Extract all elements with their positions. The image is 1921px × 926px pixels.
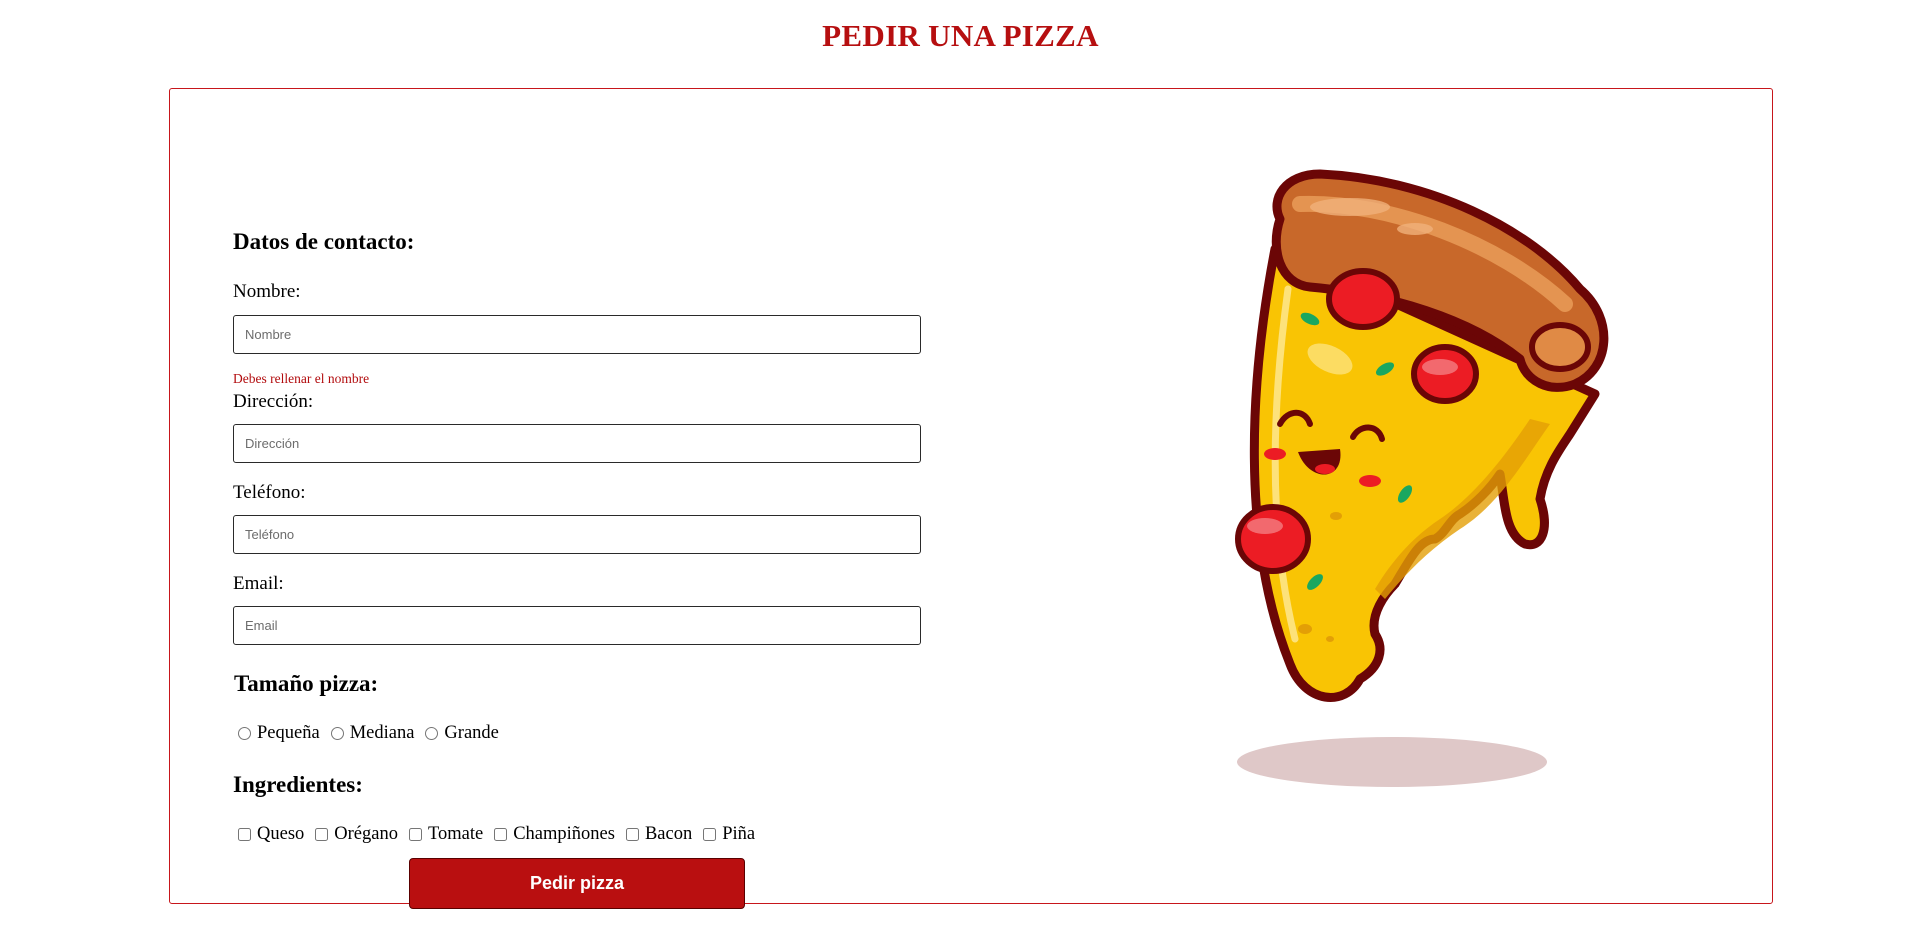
address-label: Dirección: bbox=[233, 391, 314, 412]
email-label: Email: bbox=[233, 573, 284, 594]
ingredient-option-tomato[interactable]: Tomate bbox=[404, 824, 483, 845]
ingredient-option-cheese[interactable]: Queso bbox=[233, 824, 304, 845]
order-form-card: Datos de contacto: Nombre: Debes rellena… bbox=[169, 88, 1773, 909]
ingredient-checkbox-tomato[interactable] bbox=[408, 828, 422, 841]
ingredient-checkbox-pineapple[interactable] bbox=[703, 828, 717, 841]
ingredient-option-pineapple[interactable]: Piña bbox=[698, 824, 755, 845]
ingredient-checkbox-oregano[interactable] bbox=[315, 828, 329, 841]
page-title: PEDIR UNA PIZZA bbox=[822, 18, 1099, 53]
ingredient-option-oregano[interactable]: Orégano bbox=[310, 824, 398, 845]
size-option-label: Mediana bbox=[349, 723, 415, 743]
size-option-small[interactable]: Pequeña bbox=[233, 723, 320, 744]
ingredient-option-mushrooms[interactable]: Champiñones bbox=[489, 824, 615, 845]
ingredient-label: Tomate bbox=[427, 824, 484, 844]
ingredient-label: Queso bbox=[257, 824, 305, 844]
ingredient-checkbox-cheese[interactable] bbox=[238, 828, 251, 841]
size-radio-medium[interactable] bbox=[330, 727, 344, 740]
size-heading: Tamaño pizza: bbox=[234, 671, 379, 696]
name-input[interactable] bbox=[233, 315, 921, 354]
phone-input[interactable] bbox=[233, 515, 921, 554]
size-option-label: Grande bbox=[444, 723, 499, 743]
contact-heading: Datos de contacto: bbox=[233, 229, 415, 254]
name-label: Nombre: bbox=[233, 281, 301, 302]
ingredient-label: Orégano bbox=[334, 824, 398, 844]
phone-label: Teléfono: bbox=[233, 482, 306, 503]
ingredient-checkbox-mushrooms[interactable] bbox=[494, 828, 508, 841]
email-input[interactable] bbox=[233, 606, 921, 645]
size-radio-small[interactable] bbox=[238, 727, 251, 740]
ingredient-label: Bacon bbox=[644, 824, 693, 844]
ingredient-options: Queso Orégano Tomate Champiñones Bacon P… bbox=[233, 824, 761, 845]
name-error-message: Debes rellenar el nombre bbox=[233, 371, 370, 386]
size-radio-large[interactable] bbox=[425, 727, 439, 740]
order-pizza-button[interactable]: Pedir pizza bbox=[409, 858, 745, 909]
ingredient-option-bacon[interactable]: Bacon bbox=[621, 824, 692, 845]
ingredient-label: Piña bbox=[722, 824, 756, 844]
pizza-illustration bbox=[1170, 119, 1630, 859]
size-options: Pequeña Mediana Grande bbox=[233, 723, 505, 744]
ingredients-heading: Ingredientes: bbox=[233, 772, 363, 797]
size-option-label: Pequeña bbox=[257, 723, 320, 743]
ingredient-label: Champiñones bbox=[513, 824, 615, 844]
pizza-slice-mascot-icon bbox=[1235, 169, 1609, 787]
size-option-large[interactable]: Grande bbox=[420, 723, 499, 744]
ingredient-checkbox-bacon[interactable] bbox=[625, 828, 639, 841]
size-option-medium[interactable]: Mediana bbox=[326, 723, 415, 744]
address-input[interactable] bbox=[233, 424, 921, 463]
